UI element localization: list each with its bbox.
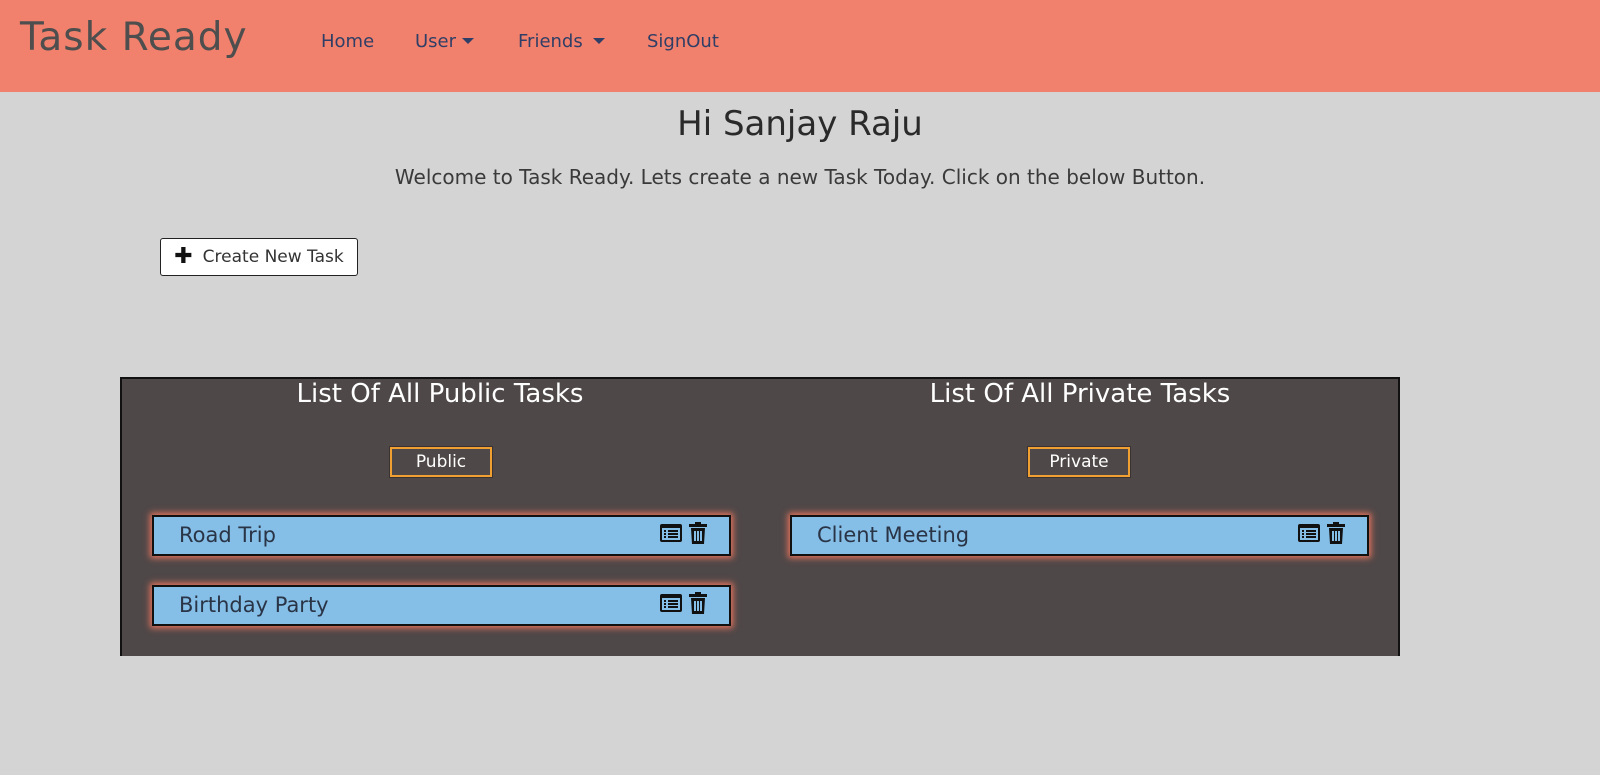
welcome-message: Welcome to Task Ready. Lets create a new… (394, 165, 1206, 189)
navbar: Task Ready Home User Friends SignOut (0, 0, 1600, 92)
public-filter-label: Public (415, 452, 467, 472)
public-tasks-title: List Of All Public Tasks (296, 379, 584, 409)
nav-home[interactable]: Home (321, 33, 374, 51)
task-row-road-trip[interactable]: Road Trip (152, 515, 731, 556)
plus-icon: ✚ (174, 244, 193, 269)
task-actions (659, 522, 707, 548)
task-name: Road Trip (179, 523, 276, 547)
caret-down-icon (462, 38, 475, 44)
create-new-task-button[interactable]: ✚ Create New Task (160, 238, 358, 276)
public-filter-button[interactable]: Public (389, 446, 493, 478)
task-actions (1297, 522, 1345, 548)
nav-friends-dropdown[interactable]: Friends (518, 33, 605, 51)
nav-friends-label: Friends (518, 31, 583, 52)
task-name: Client Meeting (817, 523, 970, 547)
trash-icon[interactable] (1327, 522, 1345, 548)
nav-signout-label: SignOut (647, 31, 719, 52)
task-name: Birthday Party (179, 593, 329, 617)
task-row-birthday-party[interactable]: Birthday Party (152, 585, 731, 626)
page-greeting: Hi Sanjay Raju (677, 104, 923, 144)
private-filter-button[interactable]: Private (1027, 446, 1131, 478)
task-row-client-meeting[interactable]: Client Meeting (790, 515, 1369, 556)
trash-icon[interactable] (689, 522, 707, 548)
private-filter-label: Private (1049, 452, 1109, 472)
details-icon[interactable] (659, 523, 683, 547)
nav-home-label: Home (321, 31, 375, 52)
details-icon[interactable] (659, 593, 683, 617)
nav-user-dropdown[interactable]: User (415, 31, 475, 52)
private-tasks-title: List Of All Private Tasks (929, 379, 1231, 409)
details-icon[interactable] (1297, 523, 1321, 547)
nav-signout[interactable]: SignOut (647, 33, 719, 51)
task-actions (659, 592, 707, 618)
caret-down-icon (592, 38, 605, 44)
trash-icon[interactable] (689, 592, 707, 618)
create-new-task-label: Create New Task (202, 247, 344, 267)
brand-logo[interactable]: Task Ready (20, 18, 248, 57)
nav-user-label: User (415, 31, 457, 52)
